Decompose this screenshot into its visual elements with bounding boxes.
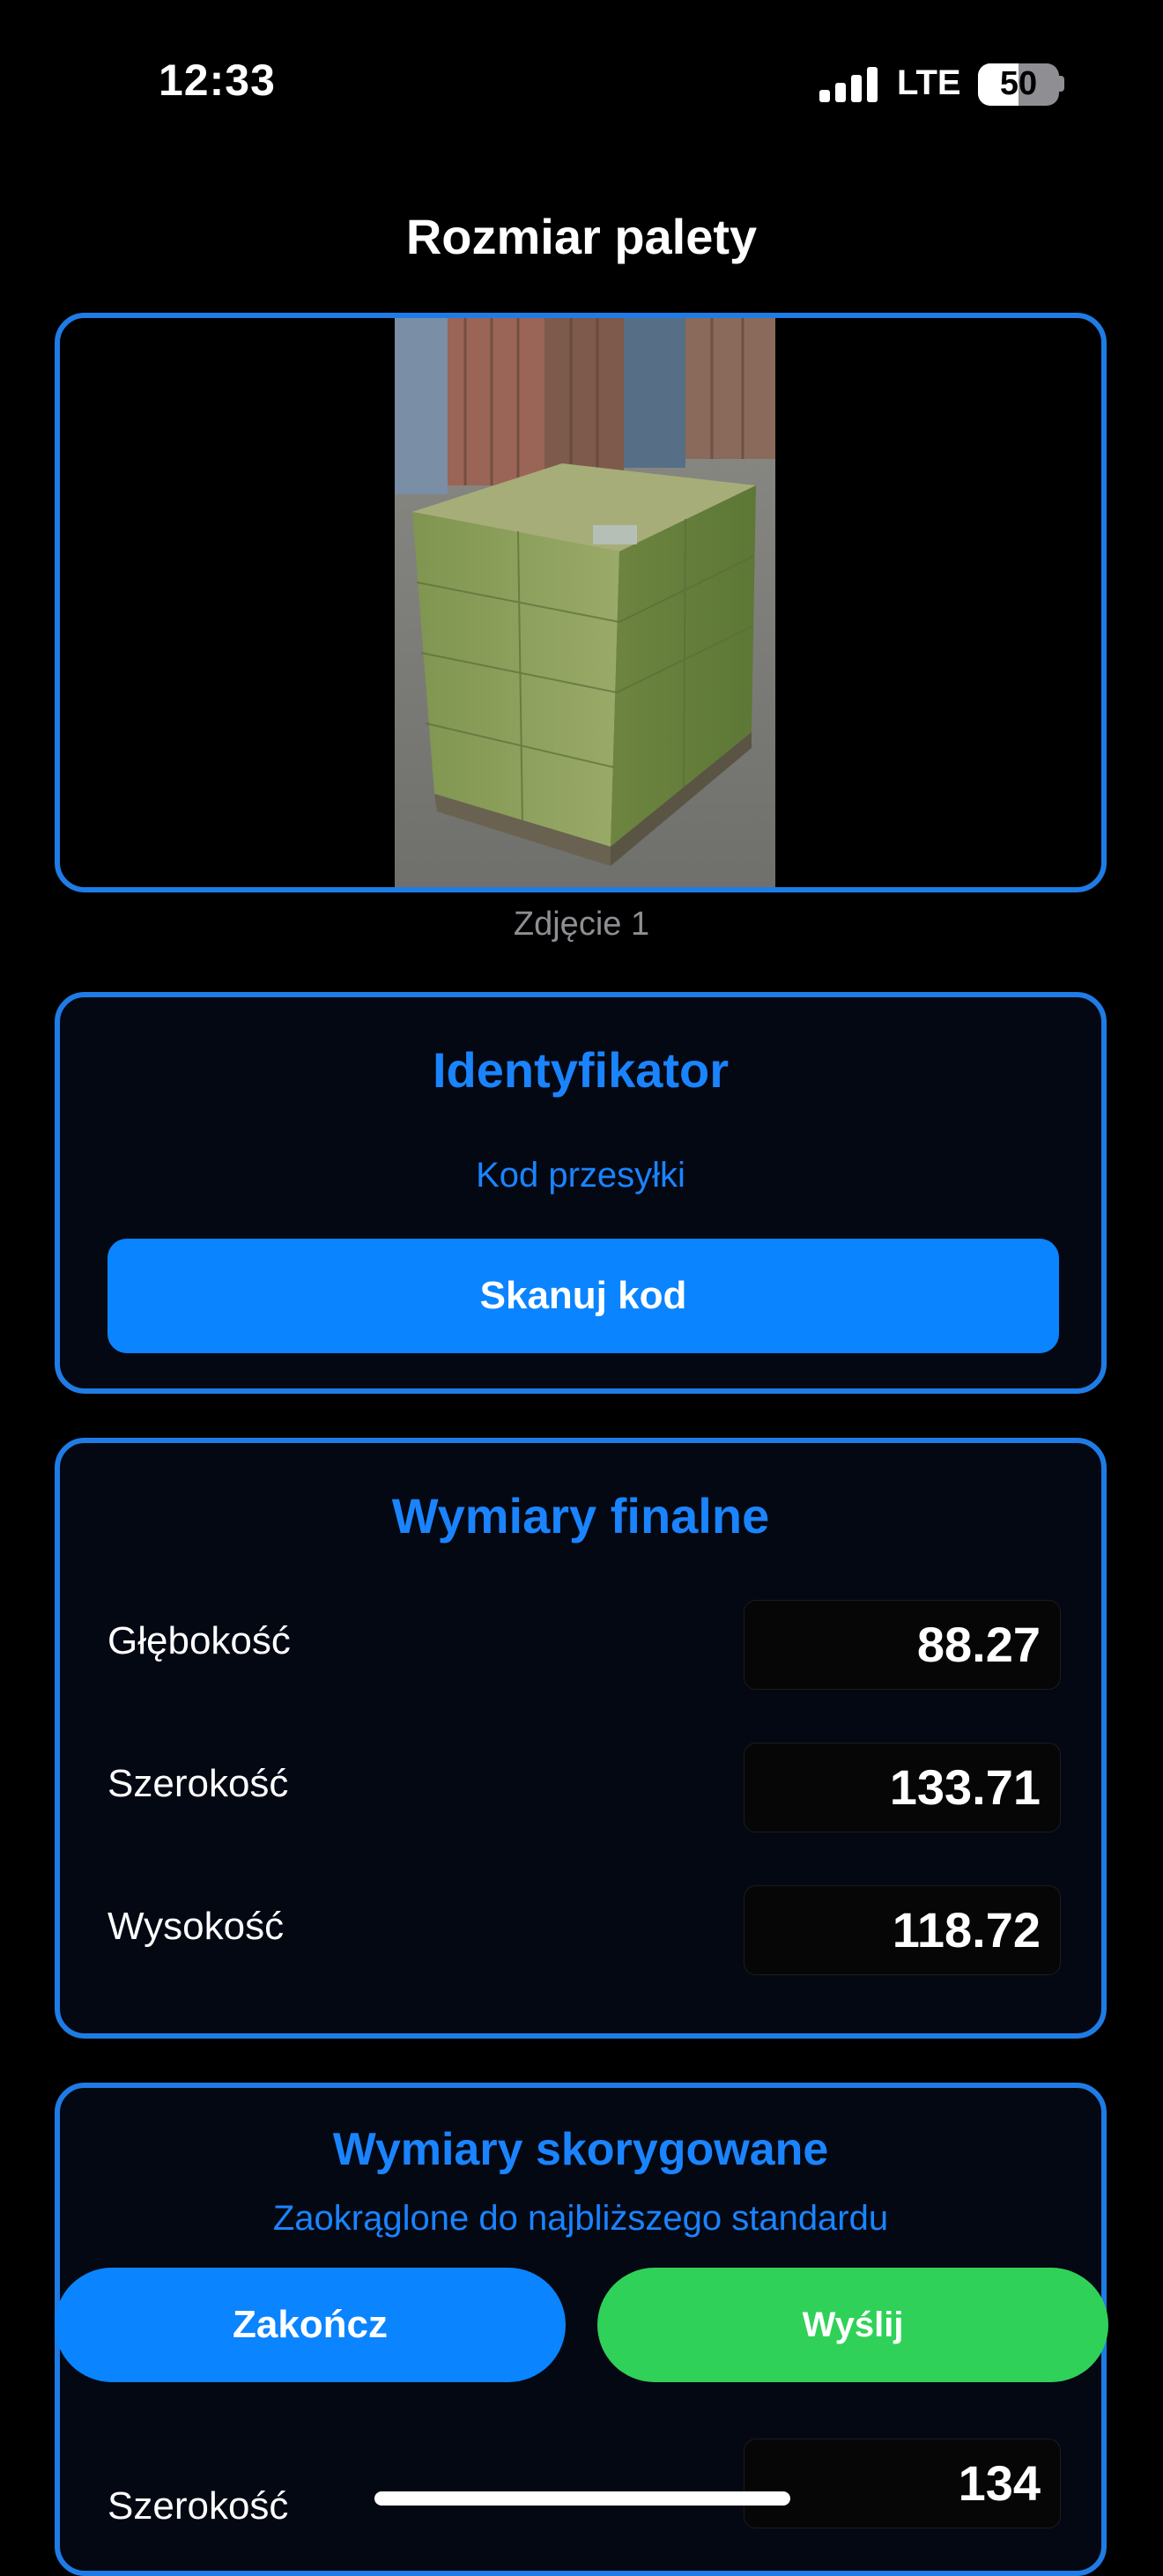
photo-caption: Zdjęcie 1	[513, 906, 650, 943]
home-indicator[interactable]	[374, 2491, 790, 2506]
width-value[interactable]: 133.71	[744, 1743, 1061, 1832]
cellular-signal-icon	[819, 67, 878, 102]
depth-value[interactable]: 88.27	[744, 1600, 1061, 1690]
height-value[interactable]: 118.72	[744, 1885, 1061, 1975]
depth-label: Głębokość	[107, 1619, 291, 1662]
final-dimensions-card: Wymiary finalne Głębokość 88.27 Szerokoś…	[55, 1438, 1107, 2039]
corrected-width-value[interactable]: 134	[744, 2439, 1061, 2528]
battery-icon: 50	[978, 63, 1059, 106]
battery-percentage: 50	[999, 65, 1038, 102]
identifier-title: Identyfikator	[432, 1042, 730, 1098]
battery-tip	[1059, 76, 1064, 92]
page-title: Rozmiar palety	[405, 209, 758, 264]
status-time: 12:33	[159, 56, 276, 105]
pallet-photo[interactable]	[395, 318, 775, 887]
corrected-width-label: Szerokość	[107, 2484, 289, 2528]
shipment-code-label: Kod przesyłki	[476, 1156, 685, 1195]
send-button[interactable]: Wyślij	[597, 2268, 1108, 2382]
finish-button[interactable]: Zakończ	[55, 2268, 566, 2382]
photo-card[interactable]	[55, 313, 1107, 892]
corrected-dimensions-subtitle: Zaokrąglone do najbliższego standardu	[272, 2199, 889, 2238]
scan-code-button[interactable]: Skanuj kod	[107, 1239, 1059, 1353]
identifier-card: Identyfikator Kod przesyłki Skanuj kod	[55, 992, 1107, 1394]
final-dimensions-title: Wymiary finalne	[391, 1488, 770, 1543]
width-label: Szerokość	[107, 1762, 289, 1805]
network-type: LTE	[897, 63, 961, 102]
height-label: Wysokość	[107, 1905, 285, 1948]
corrected-dimensions-title: Wymiary skorygowane	[332, 2124, 829, 2175]
